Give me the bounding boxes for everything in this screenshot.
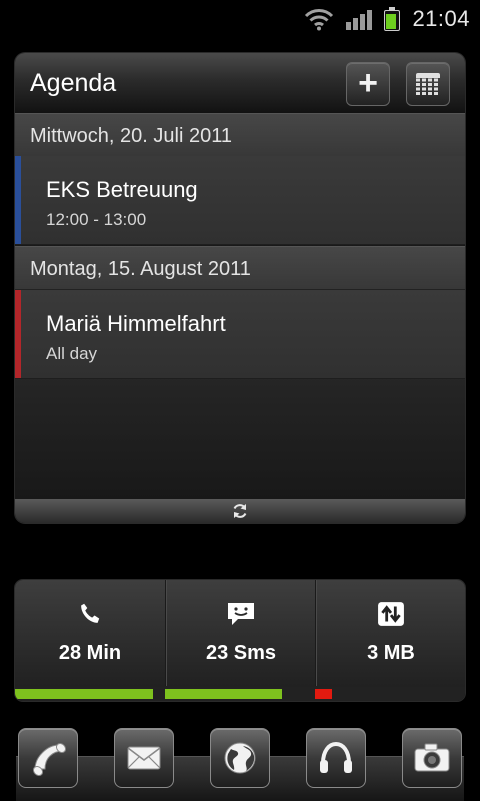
calendar-icon: [416, 73, 440, 95]
music-dock-button[interactable]: [306, 728, 366, 788]
agenda-footer[interactable]: [15, 499, 465, 523]
usage-bar: [165, 687, 315, 701]
usage-bar-fill: [15, 689, 153, 699]
battery-icon: [384, 7, 401, 31]
date-header: Montag, 15. August 2011: [15, 246, 465, 290]
event-time: 12:00 - 13:00: [46, 210, 147, 229]
add-event-button[interactable]: +: [346, 62, 390, 106]
status-clock: 21:04: [412, 6, 470, 31]
phone-dock-button[interactable]: [18, 728, 78, 788]
call-usage[interactable]: 28 Min: [15, 580, 165, 686]
date-header: Mittwoch, 20. Juli 2011: [15, 113, 465, 157]
usage-bar: [15, 687, 165, 701]
agenda-title: Agenda: [30, 69, 117, 97]
event-title: EKS Betreuung: [46, 177, 198, 202]
browser-dock-button[interactable]: [210, 728, 270, 788]
agenda-empty-area: [15, 379, 465, 499]
event-color-stripe: [15, 156, 21, 244]
mail-icon: [127, 746, 161, 770]
status-bar: 21:04: [0, 0, 480, 38]
signal-icon: [346, 8, 373, 30]
date-label: Montag, 15. August 2011: [30, 258, 251, 280]
date-label: Mittwoch, 20. Juli 2011: [30, 125, 232, 147]
usage-bar-fill: [165, 689, 282, 699]
message-icon: [225, 600, 257, 628]
event-color-stripe: [15, 290, 21, 378]
open-calendar-button[interactable]: [406, 62, 450, 106]
camera-icon: [414, 743, 450, 772]
music-headphones-icon: [320, 741, 352, 773]
usage-bar: [315, 687, 465, 701]
usage-bar-fill: [315, 689, 332, 699]
data-transfer-icon: [375, 600, 407, 628]
phone-icon: [74, 600, 106, 628]
event-title: Mariä Himmelfahrt: [46, 311, 226, 336]
agenda-event[interactable]: Mariä Himmelfahrt All day: [15, 290, 465, 379]
sms-usage[interactable]: 23 Sms: [165, 580, 316, 686]
wifi-icon: [305, 9, 334, 31]
mail-dock-button[interactable]: [114, 728, 174, 788]
usage-value: 3 MB: [367, 642, 415, 664]
usage-value: 28 Min: [58, 642, 122, 664]
agenda-event[interactable]: EKS Betreuung 12:00 - 13:00: [15, 156, 465, 245]
agenda-widget[interactable]: Agenda + Mittwoch, 20. Juli 2011 EKS Bet…: [15, 53, 465, 523]
camera-dock-button[interactable]: [402, 728, 462, 788]
browser-globe-icon: [224, 742, 256, 774]
phone-icon: [32, 742, 67, 777]
dock: [0, 724, 480, 801]
refresh-icon[interactable]: [231, 502, 249, 520]
data-usage[interactable]: 3 MB: [315, 580, 465, 686]
event-time: All day: [46, 344, 98, 363]
usage-value: 23 Sms: [205, 642, 277, 664]
agenda-header: Agenda +: [15, 53, 465, 114]
usage-widget[interactable]: 28 Min 23 Sms 3 MB: [15, 580, 465, 701]
add-icon: +: [358, 64, 378, 102]
